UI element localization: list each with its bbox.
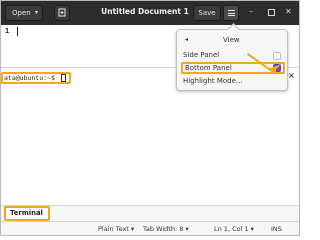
- back-arrow-icon[interactable]: ◂: [185, 36, 188, 43]
- new-tab-button[interactable]: [54, 5, 70, 21]
- text-cursor: [17, 27, 18, 36]
- header-bar: Open ▾ Untitled Document 1 Save – ✕: [1, 1, 299, 25]
- bottom-panel-label: Bottom Panel: [185, 64, 232, 72]
- chevron-down-icon: ▾: [34, 9, 38, 16]
- save-button[interactable]: Save: [193, 5, 221, 21]
- line-number-gutter: 1: [1, 25, 15, 67]
- hamburger-icon: [227, 10, 235, 18]
- tab-width-selector[interactable]: Tab Width: 8 ▾: [143, 225, 189, 233]
- terminal-cursor: [61, 74, 66, 82]
- side-panel-checkbox[interactable]: [273, 52, 281, 60]
- view-menu-title: View: [223, 36, 240, 44]
- side-panel-label: Side Panel: [183, 51, 220, 59]
- close-window-button[interactable]: ✕: [285, 7, 292, 17]
- window-title: Untitled Document 1: [101, 7, 189, 16]
- view-menu-popover: ◂ View Side Panel Bottom Panel ✓ Highlig…: [176, 29, 288, 91]
- insert-mode-indicator: INS: [271, 225, 282, 233]
- view-menu-header: ◂ View: [177, 36, 289, 48]
- highlight-mode-label: Highlight Mode...: [183, 77, 243, 85]
- terminal-prompt-highlight[interactable]: ata@ubuntu:~$: [1, 72, 71, 84]
- close-panel-button[interactable]: ×: [288, 71, 295, 80]
- status-bar: Plain Text ▾ Tab Width: 8 ▾ Ln 1, Col 1 …: [1, 221, 299, 235]
- tab-terminal[interactable]: Terminal: [4, 206, 50, 221]
- hamburger-menu-button[interactable]: [223, 5, 239, 21]
- cursor-position-selector[interactable]: Ln 1, Col 1 ▾: [214, 225, 254, 233]
- language-selector[interactable]: Plain Text ▾: [98, 225, 134, 233]
- terminal-prompt: ata@ubuntu:~$: [4, 74, 55, 82]
- menu-item-highlight-mode[interactable]: Highlight Mode...: [181, 76, 285, 88]
- line-number: 1: [5, 27, 10, 35]
- maximize-button[interactable]: [268, 9, 275, 16]
- menu-item-side-panel[interactable]: Side Panel: [181, 50, 285, 62]
- new-document-icon: [58, 8, 66, 17]
- open-button[interactable]: Open ▾: [5, 5, 43, 21]
- open-label: Open: [12, 9, 31, 17]
- gedit-window: Open ▾ Untitled Document 1 Save – ✕ 1 at…: [0, 0, 300, 236]
- minimize-button[interactable]: –: [249, 7, 253, 17]
- bottom-panel-tabs: Terminal: [1, 205, 299, 221]
